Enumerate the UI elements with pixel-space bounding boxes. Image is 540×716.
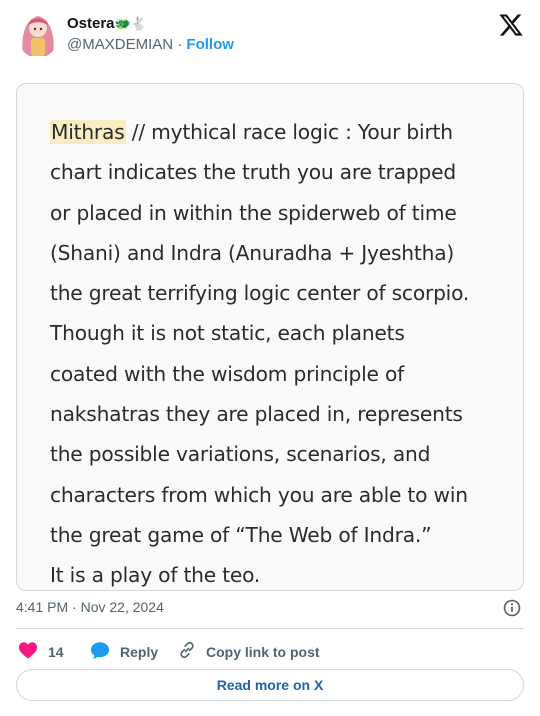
- post-line: It is a play of the teo.: [50, 563, 261, 588]
- post-line: or placed in within the spiderweb of tim…: [50, 200, 457, 225]
- link-icon: [178, 641, 196, 662]
- post-line: characters from which you are able to wi…: [50, 482, 468, 507]
- avatar[interactable]: [17, 10, 59, 58]
- heart-icon: [18, 641, 38, 662]
- reply-button[interactable]: Reply: [90, 641, 158, 663]
- copy-link-button[interactable]: Copy link to post: [178, 641, 320, 662]
- post-line: nakshatras they are placed in, represent…: [50, 402, 463, 427]
- separator-dot: ·: [173, 36, 187, 53]
- post-line: the great game of “The Web of Indra.”: [50, 522, 432, 547]
- follow-button[interactable]: Follow: [186, 36, 234, 53]
- post-line: the possible variations, scenarios, and: [50, 442, 431, 467]
- post-line: Mithras // mythical race logic : Your bi…: [50, 112, 510, 152]
- reply-label: Reply: [120, 644, 159, 660]
- x-logo-icon[interactable]: [498, 12, 524, 38]
- author-name[interactable]: Ostera🐲🐇: [67, 15, 147, 32]
- read-more-button[interactable]: Read more on X: [16, 669, 524, 701]
- reply-bubble-icon: [90, 641, 110, 663]
- author-handle[interactable]: @MAXDEMIAN: [67, 36, 173, 53]
- like-count: 14: [48, 643, 64, 660]
- post-media-card[interactable]: Mithras // mythical race logic : Your bi…: [16, 83, 524, 591]
- post-timestamp[interactable]: 4:41 PM · Nov 22, 2024: [16, 599, 164, 615]
- author-handle-row: @MAXDEMIAN · Follow: [67, 36, 234, 53]
- copy-link-label: Copy link to post: [206, 643, 320, 660]
- info-icon[interactable]: [503, 599, 521, 617]
- author-display-name: Ostera: [67, 15, 115, 32]
- post-text: Mithras // mythical race logic : Your bi…: [50, 112, 510, 590]
- author-emoji: 🐲🐇: [114, 17, 147, 32]
- highlighted-word: Mithras: [50, 120, 126, 144]
- post-line-text: // mythical race logic : Your birth: [125, 120, 453, 144]
- post-line: coated with the wisdom principle of: [50, 361, 405, 386]
- like-button[interactable]: 14: [18, 641, 64, 662]
- post-line: Though it is not static, each planets: [50, 321, 405, 346]
- divider: [16, 628, 524, 629]
- post-line: (Shani) and Indra (Anuradha + Jyeshtha): [50, 240, 455, 265]
- post-line: the great terrifying logic center of sco…: [50, 281, 470, 306]
- post-line: chart indicates the truth you are trappe…: [50, 160, 456, 185]
